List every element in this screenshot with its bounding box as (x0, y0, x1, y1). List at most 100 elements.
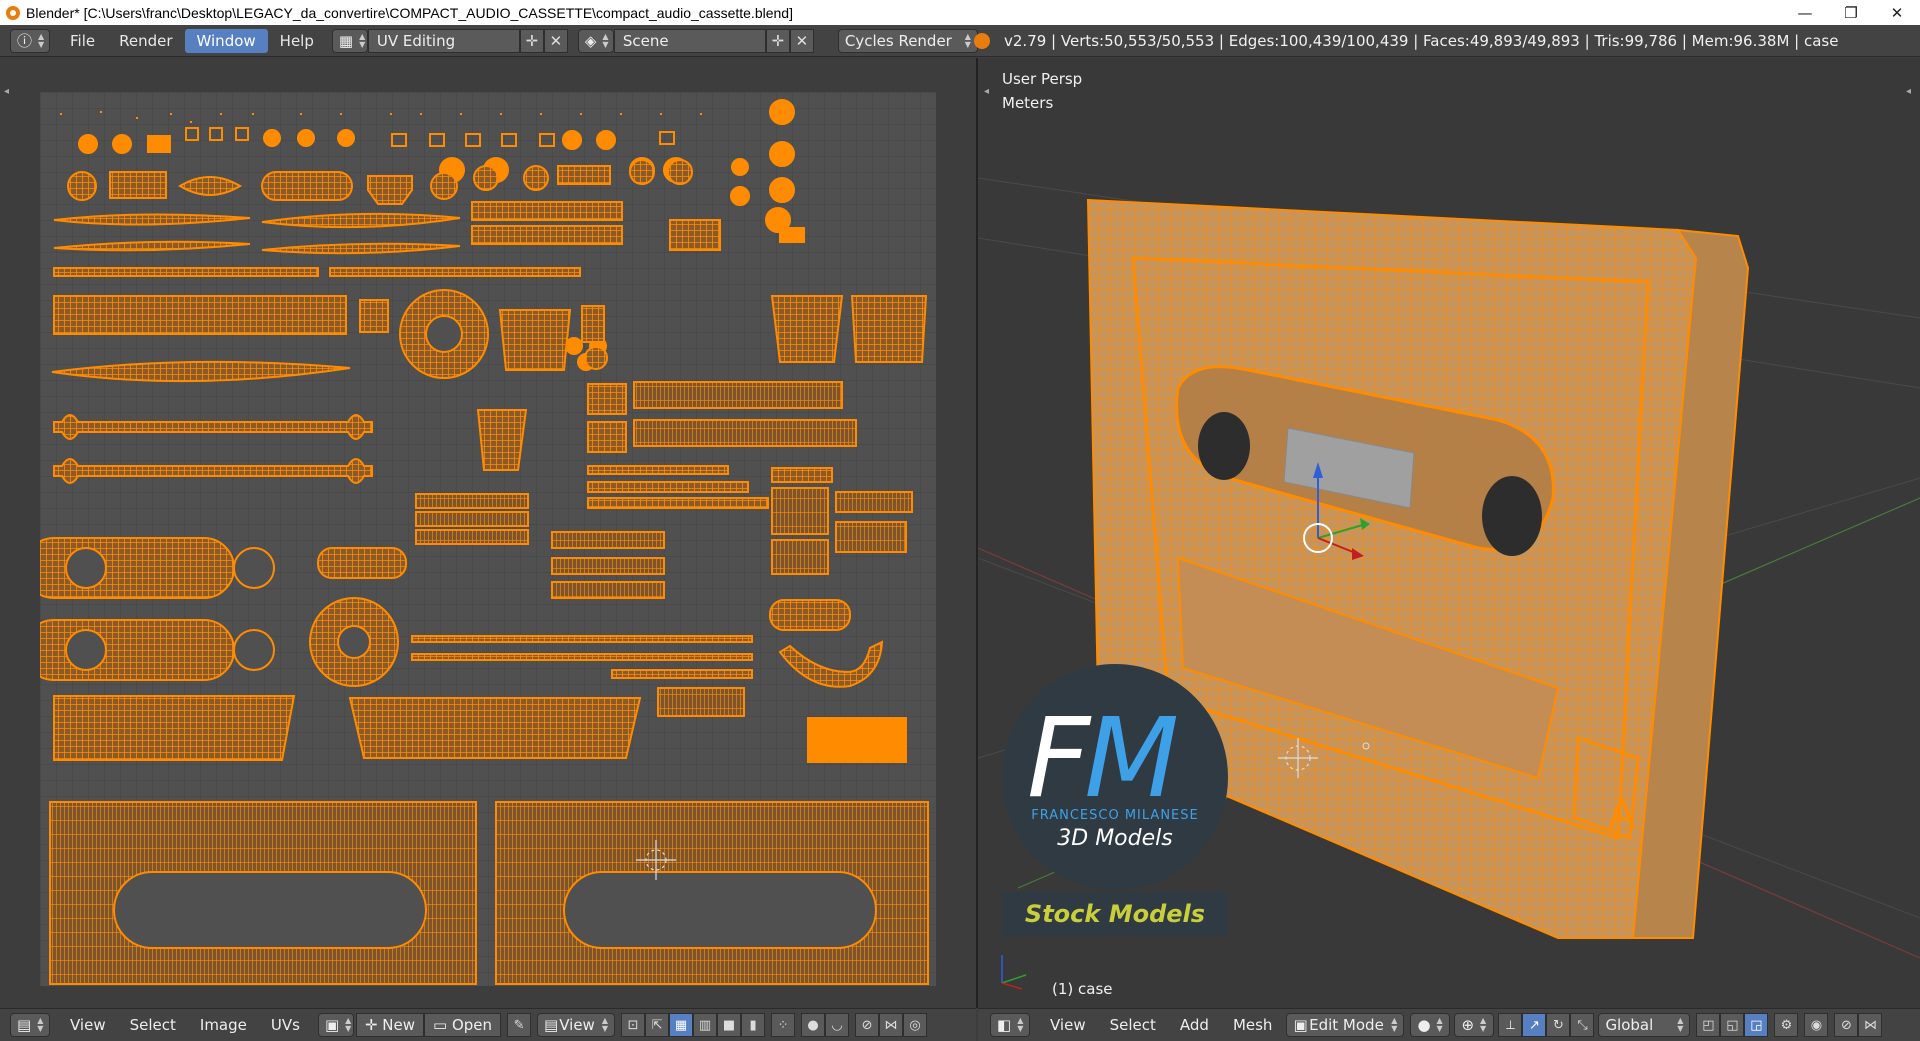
uv-image-editor[interactable]: ◂ (0, 58, 976, 1008)
plus-icon: ✛ (771, 31, 785, 50)
logo-subtitle: 3D Models (1057, 826, 1173, 851)
edge-select-button[interactable]: ▥ (693, 1013, 718, 1037)
add-scene-button[interactable]: ✛ (765, 28, 790, 53)
view3d-menu-view[interactable]: View (1044, 1013, 1092, 1037)
proportional-icon: ● (807, 1017, 819, 1033)
editor-type-info-dropdown[interactable]: ⓘ ▲ ▼ (10, 28, 50, 53)
snap-button[interactable]: ⊘ (855, 1013, 880, 1037)
render-slot-button[interactable]: ◎ (903, 1013, 928, 1037)
mode-dropdown[interactable]: ▣ Edit Mode ▲ ▼ (1286, 1013, 1405, 1037)
snap-element-button[interactable]: ⋈ (879, 1013, 904, 1037)
editor-type-image-dropdown[interactable]: ▤ ▲ ▼ (10, 1013, 50, 1037)
menu-help[interactable]: Help (268, 29, 326, 53)
uv-menu-view[interactable]: View (64, 1013, 112, 1037)
close-button[interactable]: ✕ (1874, 0, 1920, 25)
translate-manipulator-button[interactable]: ↗ (1522, 1013, 1547, 1037)
snap-3d-button[interactable]: ⊘ (1834, 1013, 1859, 1037)
remove-screen-button[interactable]: ✕ (543, 28, 568, 53)
view3d-menu-select[interactable]: Select (1104, 1013, 1162, 1037)
edit-mode-icon: ▣ (1293, 1016, 1308, 1034)
editor-type-3d-dropdown[interactable]: ◧ ▲ ▼ (990, 1013, 1030, 1037)
uv-layout-drawing (40, 92, 936, 986)
snap-icon: ⊘ (861, 1017, 873, 1033)
occlude-geometry-button[interactable]: ⚙ (1774, 1013, 1799, 1037)
snap-element-3d-button[interactable]: ⋈ (1858, 1013, 1883, 1037)
view3d-menu-mesh[interactable]: Mesh (1227, 1013, 1279, 1037)
occlude-icon: ⚙ (1780, 1017, 1793, 1033)
minimize-button[interactable]: — (1782, 0, 1828, 25)
render-icon: ◎ (909, 1017, 921, 1033)
screen-layout-field[interactable]: UV Editing (367, 28, 520, 53)
vertex-select-icon: ▦ (674, 1017, 688, 1033)
face-select-button[interactable]: ■ (717, 1013, 742, 1037)
vertex-mode-icon: ◰ (1702, 1017, 1715, 1033)
logo-letter-f: F (1027, 694, 1090, 822)
remove-scene-button[interactable]: ✕ (789, 28, 814, 53)
transform-orientation-dropdown[interactable]: Global ▲ ▼ (1598, 1013, 1691, 1037)
uv-canvas[interactable] (40, 92, 936, 986)
proportional-edit-3d-button[interactable]: ◉ (1804, 1013, 1829, 1037)
proportional-edit-button[interactable]: ● (801, 1013, 826, 1037)
3d-view-header: ◧ ▲ ▼ View Select Add Mesh ▣ Edit Mode ▲ ▼ ● ▲… (978, 1008, 1920, 1041)
menu-render[interactable]: Render (107, 29, 184, 53)
sticky-icon: ⁘ (777, 1017, 789, 1033)
scene-field[interactable]: Scene (613, 28, 766, 53)
render-engine-label: Cycles Render (844, 31, 952, 50)
add-screen-button[interactable]: ✛ (519, 28, 544, 53)
maximize-button[interactable]: ❐ (1828, 0, 1874, 25)
render-engine-dropdown[interactable]: Cycles Render ▲ ▼ (837, 28, 978, 53)
face-select-icon: ■ (722, 1017, 736, 1033)
vertex-select-button[interactable]: ▦ (669, 1013, 694, 1037)
scale-manipulator-button[interactable]: ⤡ (1570, 1013, 1595, 1037)
pivot-point-dropdown[interactable]: ⊕ ▲ ▼ (1454, 1013, 1495, 1037)
rotate-icon: ↻ (1552, 1017, 1564, 1033)
uv-view-dropdown[interactable]: ▤ View ▲ ▼ (537, 1013, 616, 1037)
edge-select-mode-button[interactable]: ◱ (1720, 1013, 1745, 1037)
plus-icon: ✛ (525, 31, 539, 50)
toolshelf-toggle-icon[interactable]: ◂ (4, 86, 14, 97)
rotate-manipulator-button[interactable]: ↻ (1546, 1013, 1571, 1037)
axis-widget (1001, 955, 1027, 990)
falloff-icon: ◡ (831, 1017, 843, 1033)
uv-menu-image[interactable]: Image (194, 1013, 253, 1037)
sync-selection-button[interactable]: ⇱ (645, 1013, 670, 1037)
island-select-button[interactable]: ▮ (741, 1013, 766, 1037)
plus-icon: ✛ (364, 1016, 383, 1034)
uv-menu-uvs[interactable]: UVs (265, 1013, 306, 1037)
menu-file[interactable]: File (58, 29, 107, 53)
folder-icon: ▭ (433, 1016, 452, 1034)
view3d-menu-add[interactable]: Add (1174, 1013, 1215, 1037)
pivot-icon: ⊡ (627, 1017, 639, 1033)
image-browse-dropdown[interactable]: ▣ ▲ ▼ (317, 1013, 354, 1037)
scale-icon: ⤡ (1577, 1017, 1588, 1033)
fm-logo: FM FRANCESCO MILANESE 3D Models (1002, 664, 1228, 890)
manipulator-icon: ⟂ (1506, 1017, 1515, 1033)
falloff-button[interactable]: ◡ (825, 1013, 850, 1037)
logo-letter-m: M (1084, 694, 1179, 822)
stock-models-badge: Stock Models (1002, 892, 1228, 936)
new-image-button[interactable]: ✛ New (355, 1013, 424, 1037)
snap-element-icon: ⋈ (1863, 1017, 1877, 1033)
proportional-icon: ◉ (1810, 1017, 1823, 1033)
open-image-button[interactable]: ▭ Open (424, 1013, 502, 1037)
scene-icon-dropdown[interactable]: ◈ ▲ ▼ (577, 28, 614, 53)
sticky-select-button[interactable]: ⁘ (771, 1013, 796, 1037)
info-icon: ⓘ (17, 32, 33, 50)
view-icon: ▤ (544, 1016, 559, 1034)
manipulator-toggle-button[interactable]: ⟂ (1498, 1013, 1523, 1037)
new-image-label: New (382, 1016, 415, 1034)
uv-view-label: View (559, 1016, 595, 1034)
uv-menu-select[interactable]: Select (124, 1013, 182, 1037)
cassette-side-label: A (1608, 792, 1636, 838)
viewport-shading-dropdown[interactable]: ● ▲ ▼ (1410, 1013, 1451, 1037)
vertex-select-mode-button[interactable]: ◰ (1696, 1013, 1721, 1037)
x-icon: ✕ (795, 31, 809, 50)
pin-image-button[interactable]: ✎ (507, 1013, 532, 1037)
face-select-mode-button[interactable]: ◲ (1744, 1013, 1769, 1037)
pivot-button[interactable]: ⊡ (621, 1013, 646, 1037)
menu-window[interactable]: Window (184, 28, 268, 53)
scene-icon: ◈ (584, 31, 597, 50)
screen-layout-icon-dropdown[interactable]: ▦ ▲ ▼ (331, 28, 368, 53)
arrow-icon: ↗ (1528, 1017, 1540, 1033)
window-titlebar: Blender* [C:\Users\franc\Desktop\LEGACY_… (0, 0, 1920, 25)
